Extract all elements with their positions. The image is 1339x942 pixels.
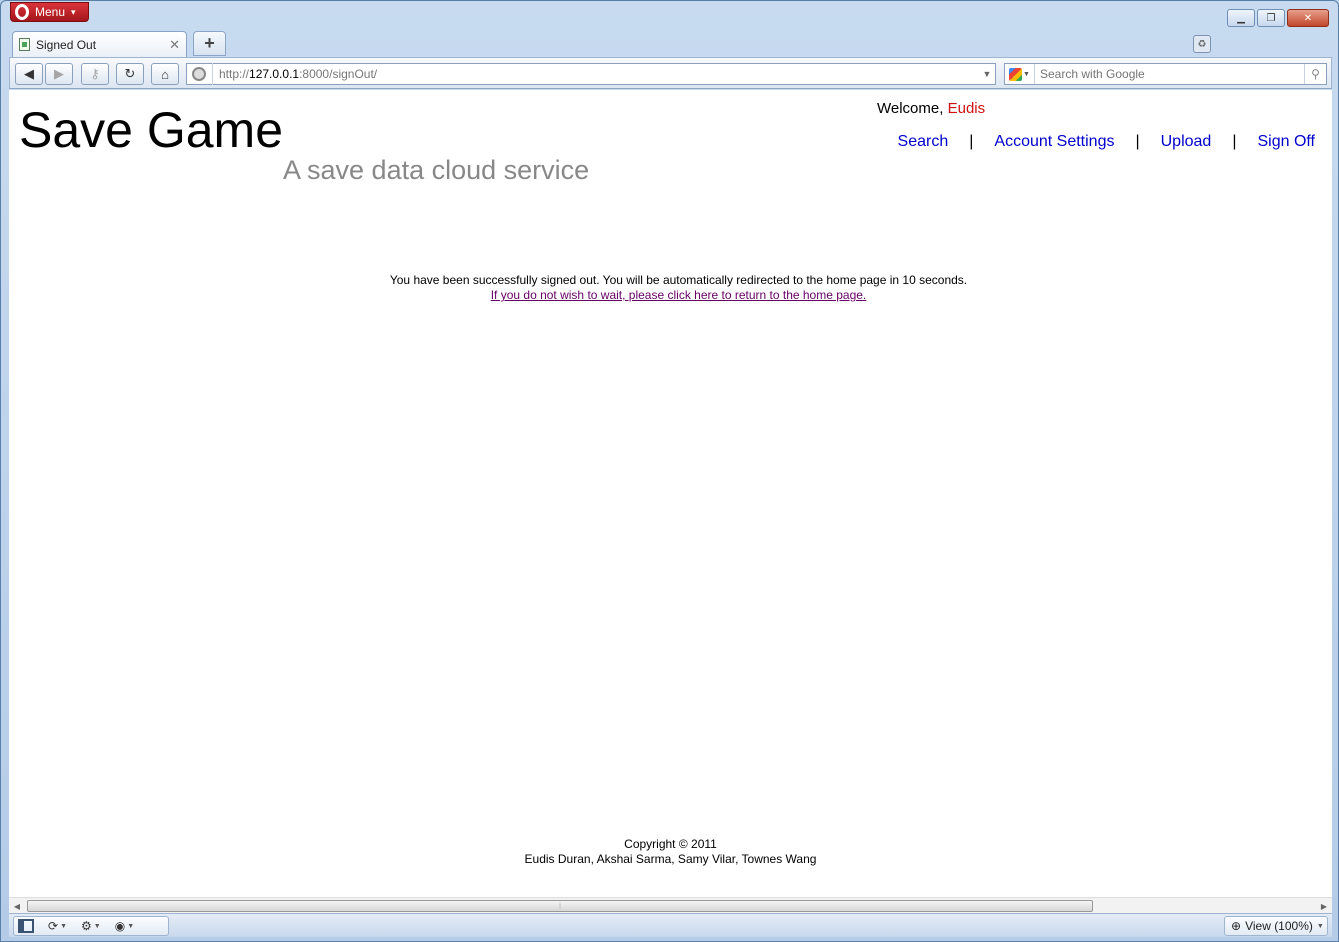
- new-tab-button[interactable]: +: [193, 31, 226, 56]
- search-input[interactable]: [1035, 64, 1304, 84]
- restore-button[interactable]: ❐: [1257, 9, 1285, 27]
- browser-window: Menu ▾ ▁ ❐ ✕ Signed Out ✕ + ♻ ◀ ▶ ⚷ ↻ ⌂: [0, 0, 1339, 942]
- sync-icon: ⟳: [48, 919, 59, 933]
- nav-account-settings-link[interactable]: Account Settings: [994, 133, 1114, 151]
- welcome-message: Welcome, Eudis: [877, 100, 985, 117]
- menu-label: Menu: [35, 5, 66, 19]
- site-nav: Search | Account Settings | Upload | Sig…: [898, 133, 1315, 151]
- back-button[interactable]: ◀: [15, 63, 43, 85]
- copyright-text: Copyright © 2011: [624, 837, 717, 851]
- page-icon: [19, 38, 30, 51]
- welcome-prefix: Welcome,: [877, 100, 944, 117]
- globe-icon: [192, 67, 206, 81]
- panel-toggle-button[interactable]: [18, 919, 34, 933]
- google-icon: [1009, 67, 1023, 81]
- turbo-icon: ◉: [114, 919, 126, 933]
- close-tab-icon[interactable]: ✕: [169, 37, 180, 53]
- return-home-link[interactable]: If you do not wish to wait, please click…: [491, 288, 867, 302]
- arrow-right-icon: ▶: [54, 66, 64, 81]
- close-window-button[interactable]: ✕: [1287, 9, 1329, 27]
- zoom-label: View (100%): [1245, 919, 1313, 933]
- nav-sign-off-link[interactable]: Sign Off: [1257, 133, 1315, 151]
- wand-button[interactable]: ⚷: [81, 63, 109, 85]
- search-icon[interactable]: ⚲: [1304, 64, 1326, 84]
- opera-menu-button[interactable]: Menu ▾: [10, 2, 89, 22]
- scroll-right-icon[interactable]: ▶: [1317, 900, 1331, 912]
- status-bar: ⟳ ▼ ⚙ ▼ ◉ ▼ ⊕ View (100%) ▼: [9, 913, 1332, 937]
- zoom-control[interactable]: ⊕ View (100%) ▼: [1224, 916, 1328, 936]
- navigation-toolbar: ◀ ▶ ⚷ ↻ ⌂ http://127.0.0.1:8000/signOut/…: [9, 57, 1332, 89]
- horizontal-scrollbar[interactable]: ◀ ⦙ ▶: [9, 897, 1332, 913]
- turbo-button[interactable]: ◉ ▼: [115, 919, 134, 933]
- unite-icon: ⚙: [81, 919, 92, 933]
- nav-separator: |: [1232, 133, 1237, 150]
- minimize-button[interactable]: ▁: [1227, 9, 1255, 27]
- url-text[interactable]: http://127.0.0.1:8000/signOut/: [219, 67, 979, 81]
- panel-icon: [18, 919, 34, 933]
- signout-message: You have been successfully signed out. Y…: [389, 273, 968, 287]
- signout-message-block: You have been successfully signed out. Y…: [9, 273, 1332, 303]
- nav-upload-link[interactable]: Upload: [1161, 133, 1212, 151]
- search-bar: ▼ ⚲: [1004, 63, 1327, 85]
- chevron-down-icon: ▼: [1023, 70, 1030, 78]
- arrow-left-icon: ◀: [24, 66, 34, 81]
- tab-title: Signed Out: [36, 37, 97, 52]
- status-bar-tools: ⟳ ▼ ⚙ ▼ ◉ ▼: [13, 916, 169, 936]
- site-subtitle: A save data cloud service: [283, 155, 590, 185]
- home-button[interactable]: ⌂: [151, 63, 179, 85]
- tab-signed-out[interactable]: Signed Out ✕: [12, 31, 187, 57]
- page-content: Save Game A save data cloud service Welc…: [9, 90, 1332, 897]
- opera-logo-icon: [15, 4, 29, 20]
- nav-separator: |: [969, 133, 974, 150]
- sync-button[interactable]: ⟳ ▼: [48, 919, 67, 933]
- authors-text: Eudis Duran, Akshai Sarma, Samy Vilar, T…: [524, 852, 817, 866]
- address-bar[interactable]: http://127.0.0.1:8000/signOut/ ▼: [186, 63, 996, 85]
- trash-icon[interactable]: ♻: [1193, 35, 1211, 53]
- key-icon: ⚷: [90, 66, 100, 81]
- reload-icon: ↻: [124, 66, 136, 81]
- scrollbar-thumb[interactable]: ⦙: [27, 900, 1093, 912]
- site-title: Save Game: [19, 102, 284, 158]
- chevron-down-icon: ▼: [1316, 922, 1324, 930]
- scroll-left-icon[interactable]: ◀: [10, 900, 24, 912]
- url-history-dropdown-icon[interactable]: ▼: [979, 69, 995, 79]
- chevron-down-icon: ▾: [71, 6, 76, 17]
- search-engine-selector[interactable]: ▼: [1005, 64, 1035, 84]
- reload-button[interactable]: ↻: [116, 63, 144, 85]
- nav-search-link[interactable]: Search: [898, 133, 949, 151]
- forward-button[interactable]: ▶: [45, 63, 73, 85]
- home-icon: ⌂: [161, 66, 169, 82]
- unite-button[interactable]: ⚙ ▼: [81, 919, 101, 933]
- window-controls: ▁ ❐ ✕: [1227, 9, 1329, 27]
- welcome-username: Eudis: [947, 100, 986, 117]
- footer: Copyright © 2011 Eudis Duran, Akshai Sar…: [9, 837, 1332, 867]
- zoom-icon: ⊕: [1231, 919, 1242, 933]
- nav-separator: |: [1135, 133, 1140, 150]
